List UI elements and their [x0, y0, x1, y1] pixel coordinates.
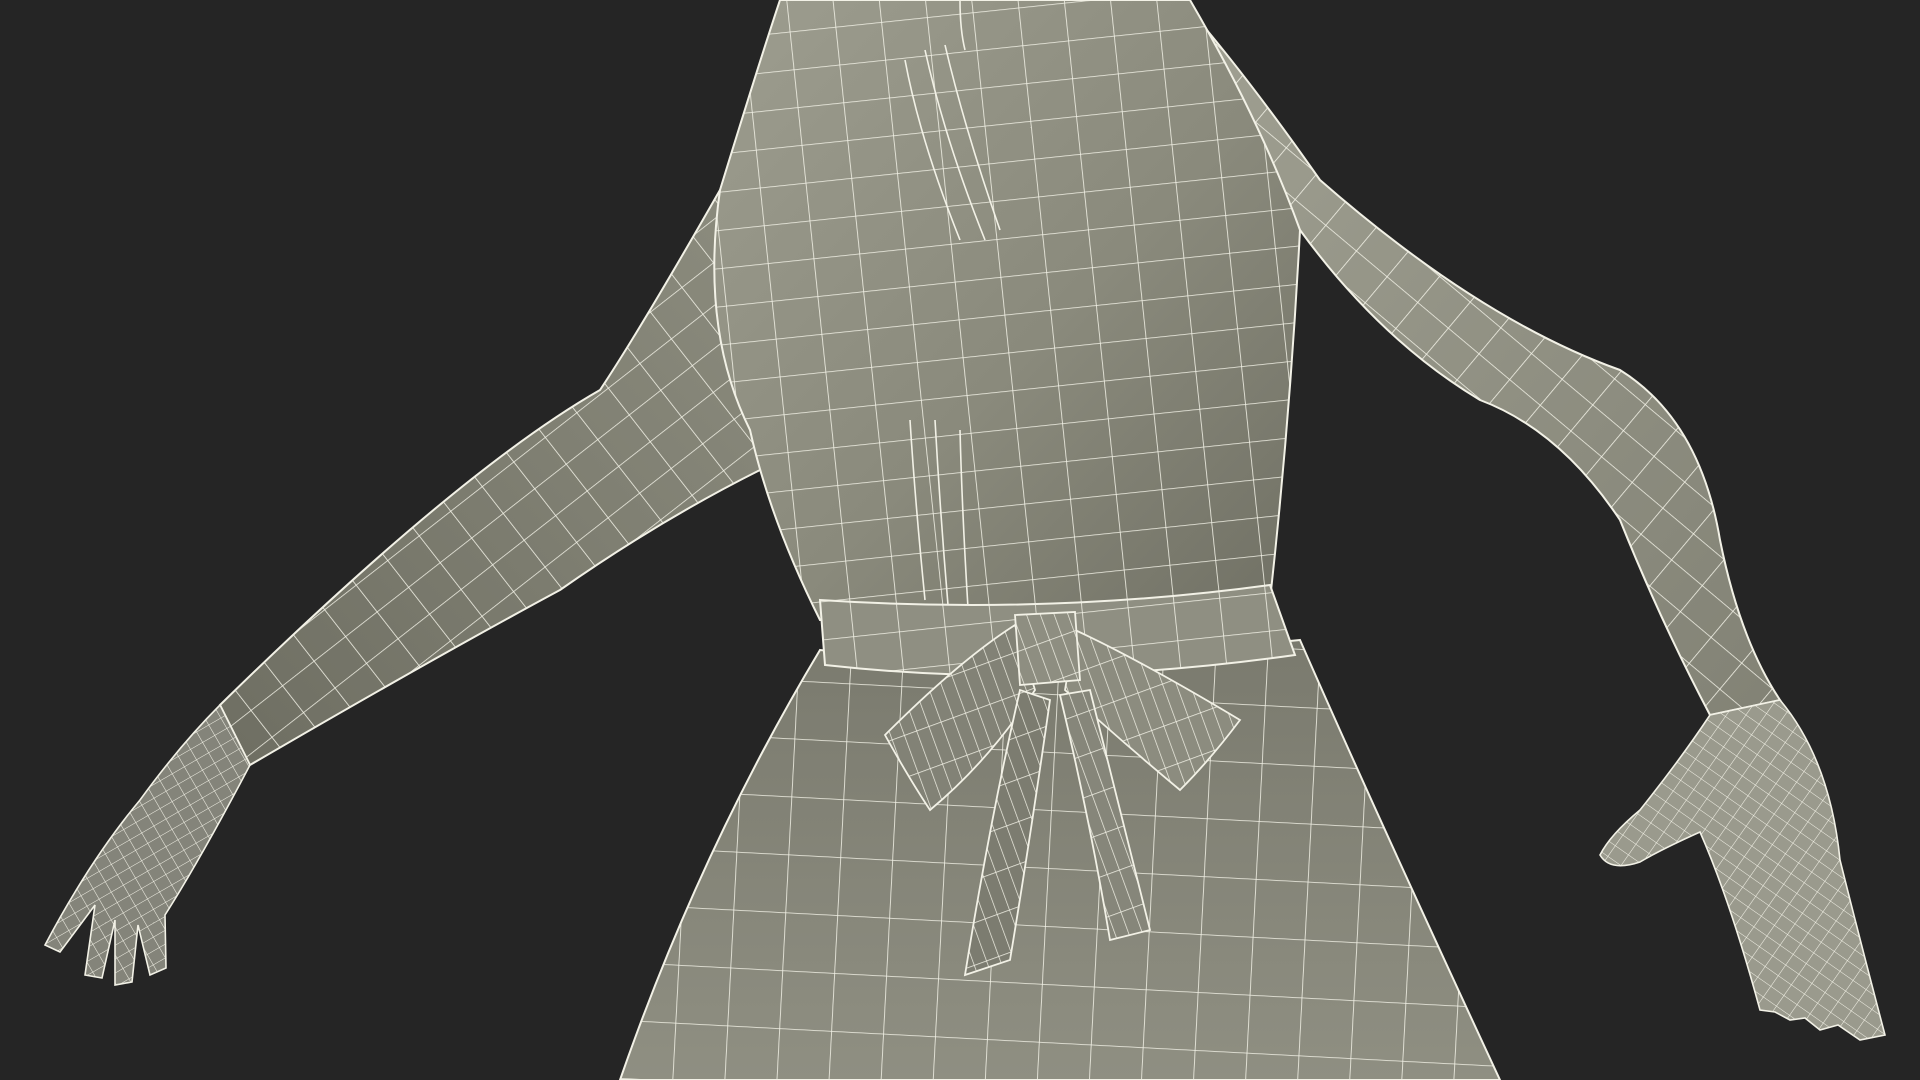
torso — [713, 0, 1302, 622]
model-render — [43, 0, 1886, 1080]
left-hand — [43, 703, 251, 986]
skirt — [618, 638, 1502, 1080]
left-arm — [218, 137, 782, 767]
3d-viewport[interactable] — [0, 0, 1920, 1080]
right-hand — [1599, 699, 1886, 1041]
